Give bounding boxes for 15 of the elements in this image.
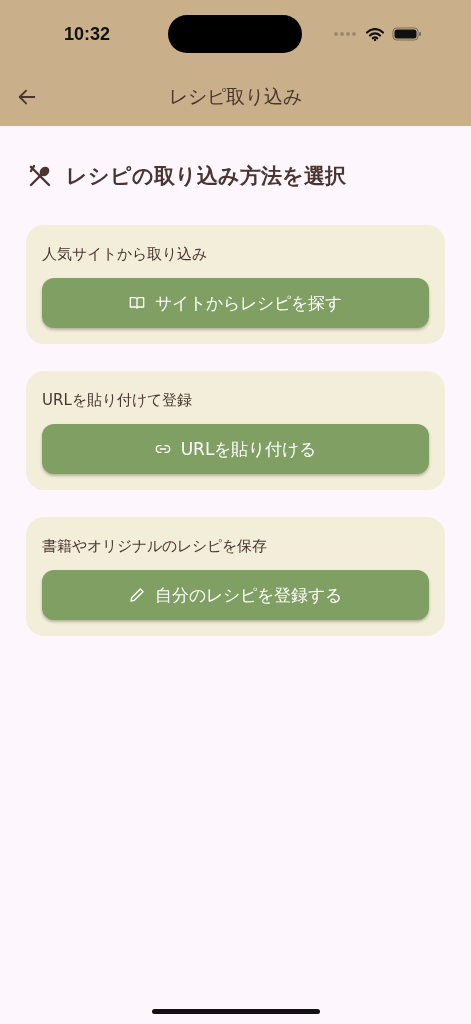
option-description: 書籍やオリジナルのレシピを保存 <box>42 537 268 556</box>
battery-icon <box>392 27 422 41</box>
wifi-icon <box>366 27 384 41</box>
utensils-icon <box>28 164 52 188</box>
option-button[interactable]: サイトからレシピを探す <box>42 278 429 328</box>
option-description: URLを貼り付けて登録 <box>42 391 193 410</box>
pencil-icon <box>129 587 145 603</box>
option-button[interactable]: 自分のレシピを登録する <box>42 570 429 620</box>
section-heading: レシピの取り込み方法を選択 <box>66 163 346 190</box>
book-icon <box>129 295 145 311</box>
option-description: 人気サイトから取り込み <box>42 245 208 264</box>
option-button[interactable]: URLを貼り付ける <box>42 424 429 474</box>
page-title: レシピ取り込み <box>169 84 302 109</box>
signal-icon <box>334 32 358 36</box>
status-time: 10:32 <box>64 23 112 45</box>
